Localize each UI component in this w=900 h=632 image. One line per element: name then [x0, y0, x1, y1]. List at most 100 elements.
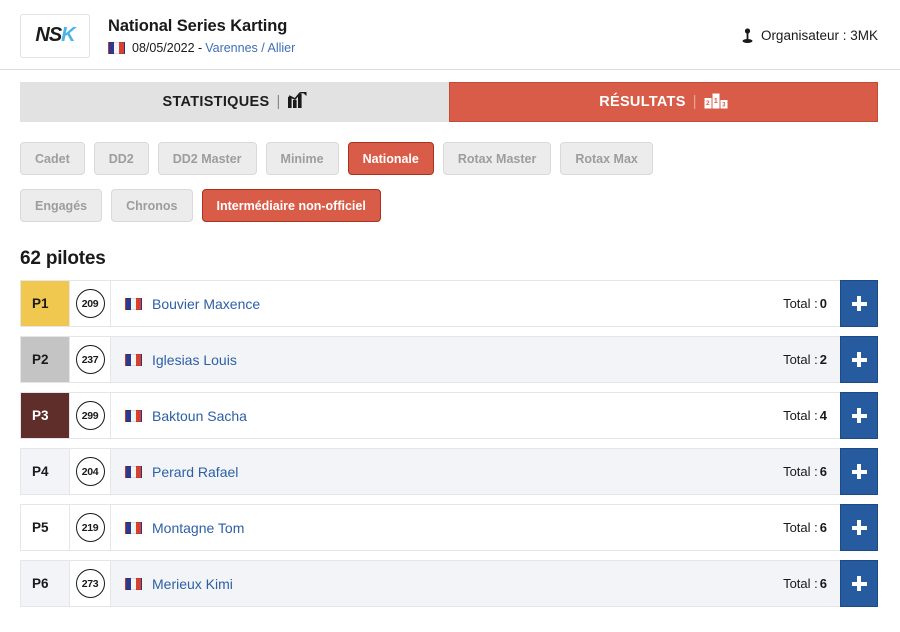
position-cell: P3 [21, 393, 69, 438]
table-row[interactable]: P2 237 Iglesias Louis Total : 2 [20, 336, 878, 383]
driver-name-link[interactable]: Bouvier Maxence [152, 296, 260, 312]
table-row[interactable]: P4 204 Perard Rafael Total : 6 [20, 448, 878, 495]
total-label: Total : [783, 352, 818, 367]
kart-number: 209 [75, 289, 105, 318]
total-cell: Total : 0 [783, 281, 840, 326]
organiser-info: Organisateur : 3MK [741, 27, 878, 44]
main-tabs: STATISTIQUES | RÉSULTATS | 2 1 3 [20, 82, 878, 122]
plus-icon [851, 352, 867, 367]
filter-rotax-master[interactable]: Rotax Master [442, 142, 552, 175]
flag-france-icon [125, 297, 142, 310]
table-row[interactable]: P6 273 Merieux Kimi Total : 6 [20, 560, 878, 607]
plus-icon [851, 296, 867, 311]
kart-number: 299 [75, 401, 105, 430]
driver-list: P1 209 Bouvier Maxence Total : 0 P2 237 [20, 280, 878, 607]
tab-resultats-label: RÉSULTATS [599, 94, 686, 110]
table-row[interactable]: P3 299 Baktoun Sacha Total : 4 [20, 392, 878, 439]
event-location-link[interactable]: Varennes / Allier [205, 40, 295, 56]
filter-rotax-max[interactable]: Rotax Max [560, 142, 653, 175]
flag-france-icon [125, 465, 142, 478]
driver-name-link[interactable]: Merieux Kimi [152, 576, 233, 592]
kart-number-cell: 204 [69, 449, 111, 494]
tab-statistiques-label: STATISTIQUES [162, 94, 270, 110]
add-button[interactable] [840, 504, 878, 551]
event-date: 08/05/2022 - [132, 40, 203, 55]
add-button[interactable] [840, 280, 878, 327]
filter-chronos[interactable]: Chronos [111, 189, 193, 222]
add-button[interactable] [840, 392, 878, 439]
position-cell: P4 [32, 464, 49, 479]
total-label: Total : [783, 464, 818, 479]
filter-dd2-master[interactable]: DD2 Master [157, 142, 257, 175]
filter-nationale[interactable]: Nationale [347, 142, 434, 175]
tab-separator: | [276, 94, 281, 110]
kart-number: 219 [75, 513, 105, 542]
position-cell: P1 [21, 281, 69, 326]
driver-name-cell: Perard Rafael [111, 449, 783, 494]
pilot-count-heading: 62 pilotes [20, 248, 106, 269]
flag-france-icon [125, 409, 142, 422]
kart-number-cell: 273 [69, 561, 111, 606]
driver-name-cell: Montagne Tom [111, 505, 783, 550]
position-cell: P2 [21, 337, 69, 382]
table-row[interactable]: P5 219 Montagne Tom Total : 6 [20, 504, 878, 551]
kart-number-cell: 209 [69, 281, 111, 326]
total-label: Total : [783, 520, 818, 535]
kart-number: 237 [75, 345, 105, 374]
session-filter-row: Engagés Chronos Intermédiaire non-offici… [20, 189, 878, 222]
tab-resultats[interactable]: RÉSULTATS | 2 1 3 [449, 82, 878, 122]
kart-number: 273 [75, 569, 105, 598]
plus-icon [851, 408, 867, 423]
nsk-logo-text: NSK [35, 24, 75, 47]
person-pin-icon [741, 27, 754, 44]
total-value: 2 [819, 352, 827, 367]
kart-number-cell: 237 [69, 337, 111, 382]
plus-icon [851, 464, 867, 479]
kart-number: 204 [75, 457, 105, 486]
flag-france-icon [108, 41, 125, 54]
nsk-logo-text-dark: NS [35, 24, 62, 46]
filter-dd2[interactable]: DD2 [93, 142, 149, 175]
total-value: 6 [819, 520, 827, 535]
total-label: Total : [783, 408, 818, 423]
kart-number-cell: 219 [69, 505, 111, 550]
page-root: NSK National Series Karting 08/05/2022 -… [0, 0, 900, 632]
table-row[interactable]: P1 209 Bouvier Maxence Total : 0 [20, 280, 878, 327]
driver-name-link[interactable]: Iglesias Louis [152, 352, 237, 368]
total-cell: Total : 4 [783, 393, 840, 438]
total-cell: Total : 6 [783, 561, 840, 606]
event-meta: National Series Karting 08/05/2022 - Var… [108, 15, 741, 56]
total-cell: Total : 6 [783, 505, 840, 550]
event-header: NSK National Series Karting 08/05/2022 -… [0, 0, 900, 70]
filter-cadet[interactable]: Cadet [20, 142, 85, 175]
kart-number-cell: 299 [69, 393, 111, 438]
podium-icon: 2 1 3 [704, 92, 728, 113]
nsk-logo: NSK [20, 13, 90, 58]
add-button[interactable] [840, 560, 878, 607]
plus-icon [851, 520, 867, 535]
filter-engages[interactable]: Engagés [20, 189, 103, 222]
category-filter-row: Cadet DD2 DD2 Master Minime Nationale Ro… [20, 142, 878, 175]
driver-name-link[interactable]: Perard Rafael [152, 464, 238, 480]
tab-statistiques[interactable]: STATISTIQUES | [20, 82, 449, 122]
svg-text:2: 2 [706, 100, 710, 107]
driver-name-link[interactable]: Baktoun Sacha [152, 408, 247, 424]
driver-name-cell: Iglesias Louis [111, 337, 783, 382]
event-subtitle: 08/05/2022 - Varennes / Allier [108, 40, 741, 56]
position-cell: P6 [32, 576, 49, 591]
total-value: 6 [819, 464, 827, 479]
total-label: Total : [783, 576, 818, 591]
driver-name-link[interactable]: Montagne Tom [152, 520, 244, 536]
flag-france-icon [125, 521, 142, 534]
total-cell: Total : 6 [783, 449, 840, 494]
add-button[interactable] [840, 336, 878, 383]
add-button[interactable] [840, 448, 878, 495]
filter-intermediaire-non-officiel[interactable]: Intermédiaire non-officiel [201, 189, 381, 222]
bar-chart-icon [287, 91, 307, 112]
flag-france-icon [125, 353, 142, 366]
driver-name-cell: Baktoun Sacha [111, 393, 783, 438]
total-label: Total : [783, 296, 818, 311]
svg-text:1: 1 [714, 96, 718, 105]
filter-minime[interactable]: Minime [265, 142, 339, 175]
total-value: 0 [819, 296, 827, 311]
